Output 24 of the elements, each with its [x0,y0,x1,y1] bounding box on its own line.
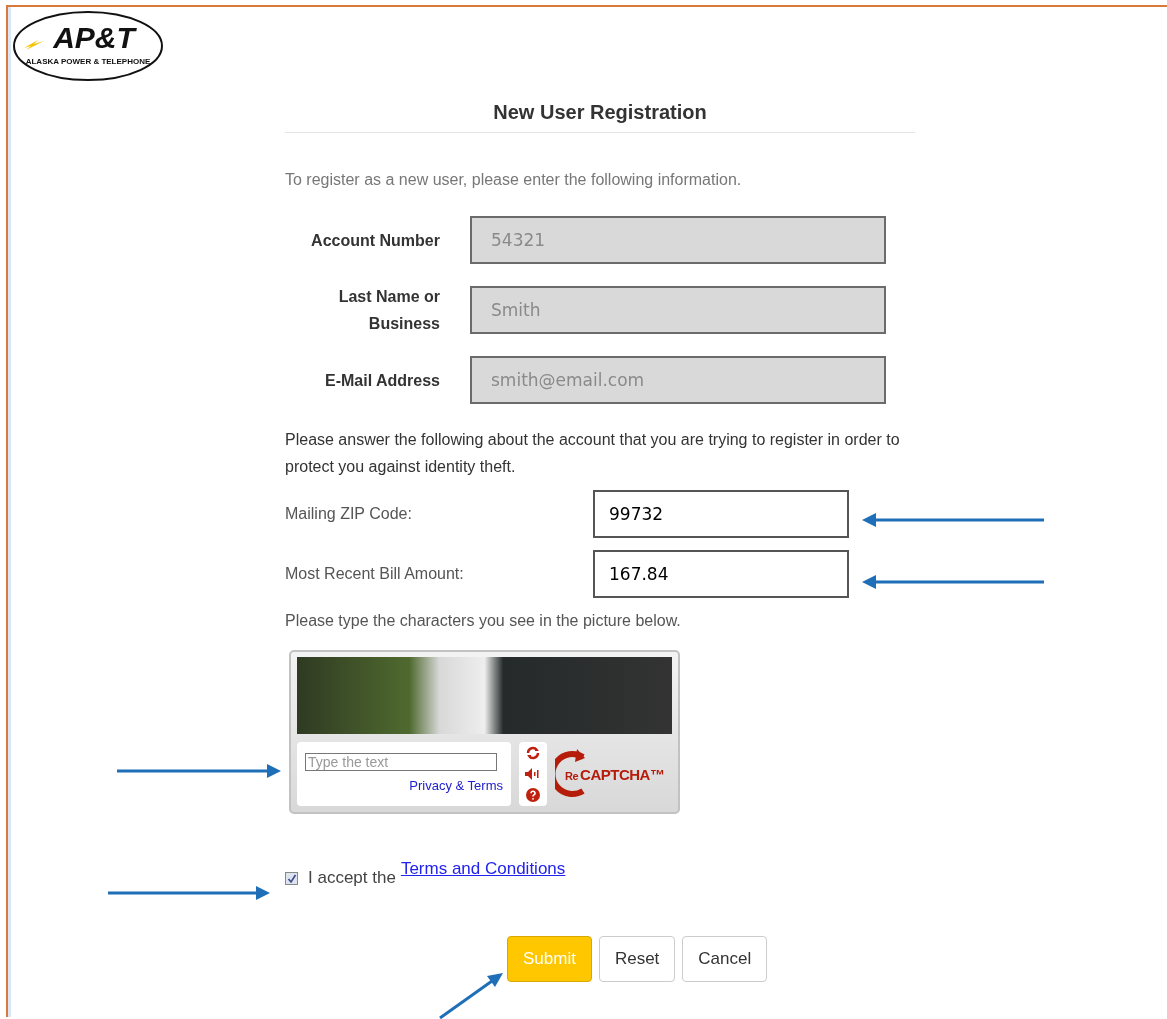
page-title: New User Registration [492,101,708,124]
privacy-link[interactable]: Privacy & Terms [409,778,503,793]
verification-prompt: Please answer the following about the account that you are trying to register in order to protect you against identity theft. [285,430,901,477]
company-logo: AP&T ALASKA POWER & TELEPHONE [12,10,164,82]
form-button[interactable]: Cancel [682,936,768,982]
field-label: Most Recent Bill Amount: [285,565,465,583]
captcha-input[interactable]: Type the text [305,753,497,771]
field-label: E-Mail Address [324,370,441,391]
annotation-arrow [438,972,504,1019]
field-label: Last Name or Business [337,287,441,334]
recaptcha-wordmark: ReCAPTCHA™ [565,765,665,783]
captcha-prompt: Please type the characters you see in the picture below. [285,612,682,630]
form-button[interactable]: Reset [598,936,676,982]
help-icon[interactable] [526,788,540,802]
terms-link[interactable]: Terms and Conditions [400,859,566,879]
speaker-icon[interactable] [525,768,541,780]
intro-text: To register as a new user, please enter the following information. [285,171,743,189]
input-field[interactable]: 167.84 [593,550,849,598]
field-label: Account Number [310,230,441,251]
field-label: Mailing ZIP Code: [285,505,413,523]
checkbox-label: I accept the [308,868,396,888]
refresh-icon[interactable] [526,746,540,760]
input-field[interactable]: 99732 [593,490,849,538]
checkbox[interactable] [285,872,298,885]
